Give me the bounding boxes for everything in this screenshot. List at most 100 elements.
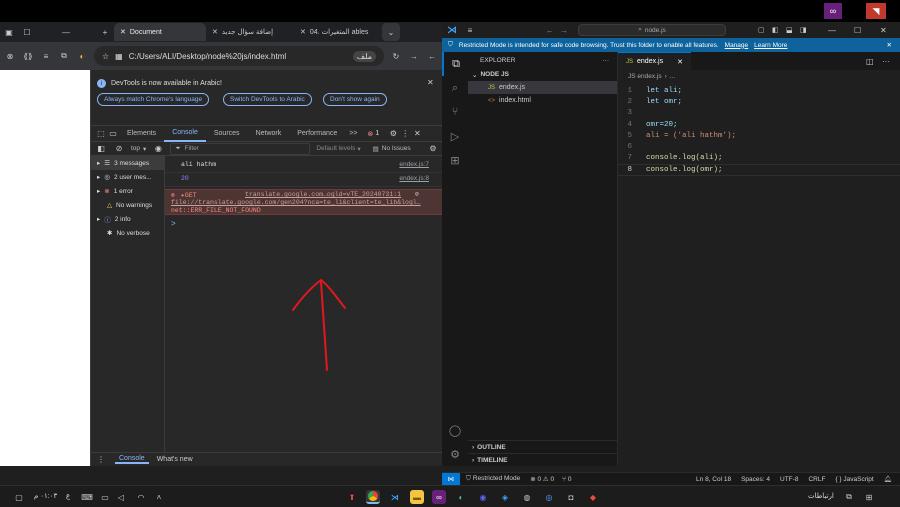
eol-status[interactable]: CRLF (808, 476, 825, 483)
restore-window-icon[interactable]: ☐ (18, 23, 36, 41)
drawer-tab-whats-new[interactable]: What's new (157, 456, 193, 463)
log-source-link[interactable]: endex.js:8 (399, 175, 429, 182)
close-tab-icon[interactable]: ✕ (300, 28, 306, 36)
close-info-icon[interactable]: ✕ (427, 78, 434, 87)
address-bar[interactable]: ☆ ▦ C:/Users/ALI/Desktop/node%20js/index… (94, 46, 384, 66)
app3-taskbar-icon[interactable]: ◎ (542, 490, 556, 504)
clear-console-icon[interactable]: ⊘ (113, 143, 125, 155)
folder-node-js[interactable]: ⌄ NODE JS (468, 68, 617, 81)
kebab-menu-icon[interactable]: ⋮ (399, 128, 411, 140)
more-tabs-button[interactable]: >> (345, 126, 361, 142)
restricted-status[interactable]: ⛉ Restricted Mode (466, 475, 520, 483)
close-window-icon[interactable]: ✕ (880, 26, 887, 35)
default-levels-select[interactable]: Default levels ▾ (316, 145, 360, 153)
sidebar-item-warnings[interactable]: △ No warnings (91, 198, 164, 212)
breadcrumb-file[interactable]: JS endex.js (628, 73, 662, 80)
breadcrumb-more[interactable]: ... (670, 73, 675, 80)
tab-elements[interactable]: Elements (119, 126, 164, 142)
app-corner-icon[interactable]: ◥ (866, 3, 886, 19)
context-select[interactable]: top ▾ (131, 145, 146, 153)
tab-document[interactable]: ✕ Document (114, 23, 206, 41)
file-explorer-taskbar-icon[interactable]: ▬ (410, 490, 424, 504)
language-status[interactable]: { } JavaScript (835, 476, 873, 483)
sidebar-item-verbose[interactable]: ✱ No verbose (91, 226, 164, 240)
clock[interactable]: ٠١:٠٣ م (34, 492, 57, 500)
inspect-icon[interactable]: ⬚ (95, 128, 107, 140)
outline-section[interactable]: › OUTLINE (468, 440, 617, 453)
log-source-link[interactable]: endex.js:7 (399, 161, 429, 168)
command-center-search[interactable]: ⌕ node.js (578, 24, 726, 36)
tab-search-icon[interactable]: ⌄ (382, 23, 400, 41)
show-desktop-icon[interactable]: ▢ (12, 490, 26, 504)
close-tab-icon[interactable]: ✕ (120, 28, 126, 36)
sidebar-item-messages[interactable]: ▸ ☰ 3 messages (91, 156, 164, 170)
file-index-html[interactable]: <> index.html (468, 94, 617, 107)
dont-show-again-button[interactable]: Don't show again (323, 93, 387, 106)
layout-icon[interactable]: ▢ (758, 26, 765, 34)
tab-sources[interactable]: Sources (206, 126, 248, 142)
console-settings-icon[interactable]: ⚙ (427, 143, 439, 155)
sidebar-item-info[interactable]: ▸ ⓘ 2 info (91, 212, 164, 226)
app-taskbar-icon[interactable]: ◈ (498, 490, 512, 504)
problems-status[interactable]: ⊗ 0 ⚠ 0 (530, 475, 554, 483)
split-editor-icon[interactable]: ◫ (866, 57, 874, 66)
nav-back-icon[interactable]: ← (546, 26, 554, 35)
manage-link[interactable]: Manage (725, 42, 749, 49)
sidebar-item-errors[interactable]: ▸ ⊗ 1 error (91, 184, 164, 198)
sidebar-item-user-messages[interactable]: ▸ ◎ 2 user mes... (91, 170, 164, 184)
switch-arabic-button[interactable]: Switch DevTools to Arabic (223, 93, 312, 106)
page-viewport[interactable] (0, 70, 90, 466)
drawer-menu-icon[interactable]: ⋮ (95, 454, 107, 466)
error-short-url[interactable]: translate.google.com…ogld=vTE_20240731:1 (245, 191, 401, 198)
battery-icon[interactable]: ▭ (98, 490, 112, 504)
drawer-tab-console[interactable]: Console (115, 455, 149, 464)
chrome-taskbar-icon[interactable] (366, 490, 380, 504)
app-unknown-icon[interactable]: ⬆ (345, 490, 359, 504)
store-taskbar-icon[interactable]: ◘ (564, 490, 578, 504)
sound-icon[interactable]: ◁ (114, 490, 128, 504)
copilot-icon[interactable]: ◐ (76, 50, 88, 62)
editor-tab-endex-js[interactable]: JS endex.js ✕ (618, 52, 691, 70)
nav-forward-icon[interactable]: → (560, 26, 568, 35)
error-full-url[interactable]: file://translate.google.com/gen204?nca=t… (171, 199, 437, 206)
file-endex-js[interactable]: JS endex.js (468, 81, 617, 94)
expand-error-toggle[interactable]: ▸GET (181, 191, 197, 199)
close-tab-icon[interactable]: ✕ (212, 28, 218, 36)
notifications-icon[interactable]: 🔔︎ (884, 475, 892, 483)
links-toolbar[interactable]: ارتباطات (808, 492, 834, 500)
editor-more-icon[interactable]: ··· (882, 57, 890, 66)
filter-input[interactable]: ⏷ Filter (170, 142, 311, 155)
language-indicator[interactable]: ع (66, 492, 70, 500)
tray-chevron-icon[interactable]: ˄ (152, 490, 166, 504)
tab-performance[interactable]: Performance (289, 126, 345, 142)
manage-gear-icon[interactable]: ⚙ (442, 442, 468, 466)
match-language-button[interactable]: Always match Chrome's language (97, 93, 210, 106)
vscode-taskbar-icon[interactable]: ⋊ (388, 490, 402, 504)
maximize-icon[interactable]: ☐ (854, 26, 861, 35)
run-debug-icon[interactable]: ▷ (442, 124, 468, 148)
window-menu-icon[interactable]: ▣ (0, 23, 18, 41)
forward-icon[interactable]: → (408, 50, 420, 62)
extensions-view-icon[interactable]: ⊞ (442, 148, 468, 172)
sidebar-toggle-icon[interactable]: ◧ (95, 143, 107, 155)
cursor-position[interactable]: Ln 8, Col 18 (696, 476, 731, 483)
toggle-panel-icon[interactable]: ⬓ (786, 26, 793, 34)
account-icon[interactable]: ◯ (442, 418, 468, 442)
back-icon[interactable]: ← (426, 50, 438, 62)
hamburger-menu-icon[interactable]: ≡ (462, 26, 478, 35)
minimize-window-icon[interactable]: — (36, 23, 96, 41)
wifi-icon[interactable]: ◠ (134, 490, 148, 504)
new-tab-button[interactable]: + (96, 23, 114, 41)
toggle-sidebar-icon[interactable]: ◧ (772, 26, 779, 34)
console-prompt[interactable]: > (171, 219, 176, 228)
star-icon[interactable]: ☆ (102, 52, 109, 61)
eye-icon[interactable]: ◉ (152, 143, 164, 155)
start-windows-icon[interactable]: ⊞ (862, 490, 876, 504)
encoding-status[interactable]: UTF-8 (780, 476, 798, 483)
indentation-status[interactable]: Spaces: 4 (741, 476, 770, 483)
keyboard-icon[interactable]: ⌨ (80, 490, 94, 504)
more-actions-icon[interactable]: ··· (603, 57, 610, 64)
remote-icon[interactable]: ⋈ (442, 472, 460, 486)
app4-taskbar-icon[interactable]: ◆ (586, 490, 600, 504)
app2-taskbar-icon[interactable]: ◍ (520, 490, 534, 504)
